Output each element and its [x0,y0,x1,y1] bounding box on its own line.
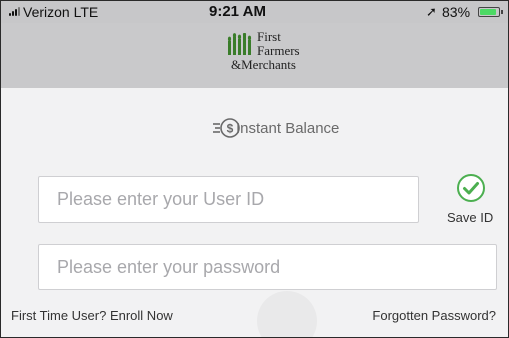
check-circle-icon [457,174,485,202]
brand-logo: First Farmers &Merchants [227,29,317,81]
status-time: 9:21 AM [209,3,266,20]
save-id-toggle[interactable]: Save ID [443,173,503,229]
wheat-logo-icon [227,33,252,55]
logo-text-farmers: Farmers [257,43,300,58]
battery-icon [478,7,503,17]
logo-text-merchants: &Merchants [231,57,296,72]
instant-balance-button[interactable]: $ Instant Balance [1,116,508,142]
svg-text:$: $ [227,122,234,136]
app-frame: Verizon LTE 9:21 AM ➚ 83% First Farmers … [0,0,509,338]
forgotten-password-link[interactable]: Forgotten Password? [372,308,496,323]
logo-text-first: First [257,29,281,44]
instant-balance-label: Instant Balance [236,120,340,137]
carrier-label: Verizon LTE [23,4,99,20]
enroll-now-link[interactable]: First Time User? Enroll Now [11,308,173,323]
app-header: First Farmers &Merchants [1,23,508,88]
password-input[interactable] [38,244,497,290]
signal-icon [9,7,20,16]
location-arrow-icon: ➚ [426,4,437,19]
battery-percent: 83% [442,4,471,20]
battery-fill [480,9,496,15]
login-links: First Time User? Enroll Now Forgotten Pa… [1,308,508,328]
user-id-input[interactable] [38,176,419,223]
save-id-label: Save ID [447,210,494,225]
status-bar: Verizon LTE 9:21 AM ➚ 83% [1,1,508,23]
